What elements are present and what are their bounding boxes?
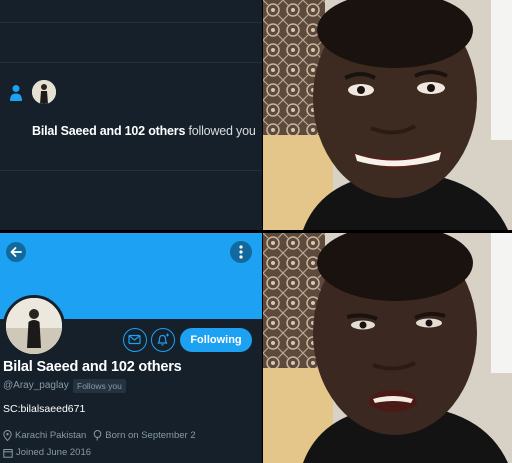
notification-actor[interactable]: Bilal Saeed (32, 124, 97, 138)
bell-plus-icon (157, 333, 169, 346)
meme-grid: Bilal Saeed and 102 others followed you (0, 0, 512, 463)
notification-text[interactable]: Bilal Saeed and 102 others followed you (32, 124, 256, 138)
more-options-button[interactable] (230, 241, 252, 263)
notify-button[interactable] (151, 328, 175, 352)
more-vertical-icon (239, 245, 243, 259)
location-pin-icon (3, 430, 12, 441)
profile-display-name: Bilal Saeed and 102 others (3, 359, 182, 375)
profile-avatar[interactable] (3, 295, 65, 357)
balloon-icon (93, 430, 102, 441)
following-button[interactable]: Following (180, 328, 252, 352)
divider (0, 170, 262, 171)
calendar-icon (3, 448, 13, 458)
back-button[interactable] (6, 242, 26, 262)
follower-avatar[interactable] (32, 80, 56, 104)
birthday-text: Born on September 2 (105, 430, 196, 441)
divider (0, 22, 262, 23)
profile-meta-row: Joined June 2016 (3, 447, 98, 458)
message-button[interactable] (123, 328, 147, 352)
divider (0, 62, 262, 63)
profile-joined: Joined June 2016 (3, 447, 91, 458)
person-follow-icon (10, 85, 22, 101)
profile-meta-row: Karachi Pakistan Born on September 2 (3, 430, 203, 441)
profile-birthday: Born on September 2 (93, 430, 196, 441)
profile-handle: @Aray_paglay (3, 380, 69, 391)
location-text: Karachi Pakistan (15, 430, 87, 441)
reaction-photo-smiling (263, 0, 512, 230)
notification-action: followed you (188, 124, 256, 138)
arrow-left-icon (10, 247, 22, 257)
notification-panel: Bilal Saeed and 102 others followed you (0, 0, 262, 230)
profile-panel: Following Bilal Saeed and 102 others @Ar… (0, 233, 262, 463)
reaction-photo-disappointed (263, 233, 512, 463)
profile-location: Karachi Pakistan (3, 430, 86, 441)
profile-bio: SC:bilalsaeed671 (3, 403, 86, 415)
mail-icon (128, 334, 141, 345)
notification-suffix: and 102 others (99, 124, 186, 138)
joined-text: Joined June 2016 (16, 447, 92, 458)
follows-you-badge: Follows you (73, 379, 126, 393)
